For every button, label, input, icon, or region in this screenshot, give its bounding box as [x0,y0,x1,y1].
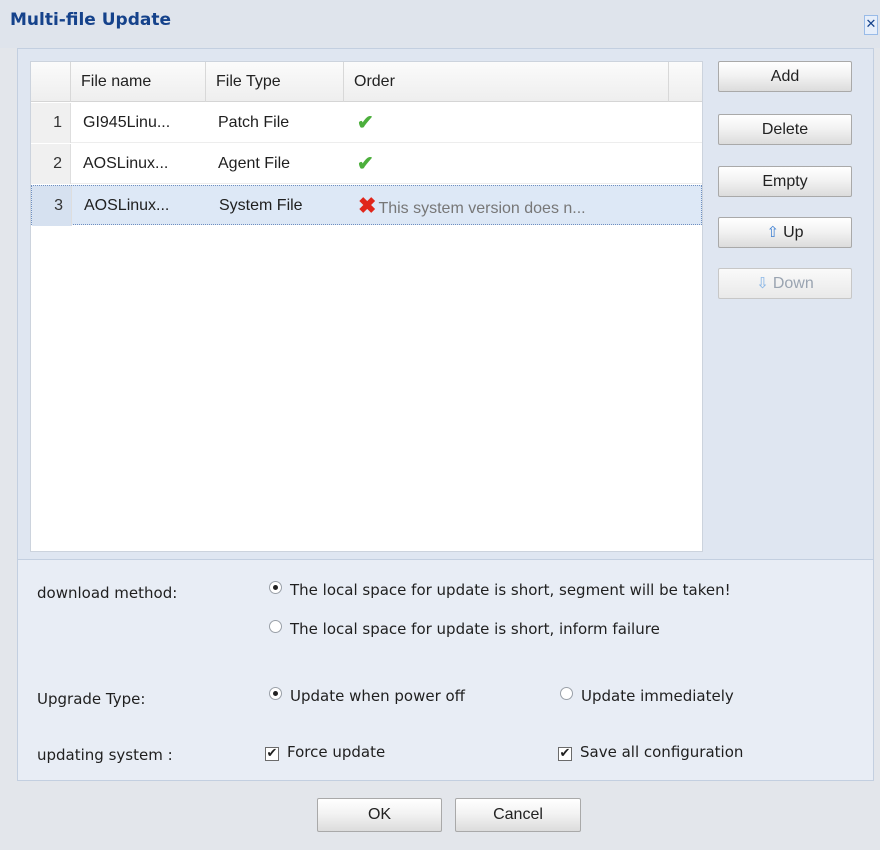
arrow-down-icon: ⇩ [756,275,769,292]
row-number: 1 [31,103,71,143]
column-header-order[interactable]: Order [344,62,669,102]
force-update-label: Force update [287,743,386,761]
down-button-label: Down [772,275,814,292]
title-bar: Multi-file Update ✕ [0,0,880,48]
delete-button[interactable]: Delete [718,114,852,145]
table-row[interactable]: 2 AOSLinux... Agent File ✔ [31,144,702,184]
force-update-checkbox[interactable]: ✔ Force update [265,743,385,761]
file-type-cell: Agent File [218,155,291,172]
download-option-segment-label: The local space for update is short, seg… [290,581,731,599]
save-config-checkbox[interactable]: ✔ Save all configuration [558,743,743,761]
upgrade-power-off-label: Update when power off [290,687,466,705]
up-button[interactable]: ⇧ Up [718,217,852,248]
update-options-panel: download method: The local space for upd… [17,560,874,781]
cancel-button[interactable]: Cancel [455,798,581,832]
radio-unselected[interactable] [560,687,573,700]
upgrade-immediately-label: Update immediately [581,687,734,705]
download-option-inform-failure[interactable]: The local space for update is short, inf… [269,620,660,638]
download-method-label: download method: [37,584,178,602]
error-x-icon: ✖ [358,193,377,218]
checkbox-checked-icon[interactable]: ✔ [558,747,572,761]
file-name-cell: GI945Linu... [83,114,171,131]
rownum-header [31,62,71,102]
radio-selected[interactable] [269,687,282,700]
table-row-selected[interactable]: 3 AOSLinux... System File ✖ This system v… [31,185,702,226]
file-name-cell: AOSLinux... [83,155,169,172]
add-button[interactable]: Add [718,61,852,92]
up-button-label: Up [783,224,804,241]
file-type-cell: System File [219,197,303,214]
download-option-segment[interactable]: The local space for update is short, seg… [269,581,731,599]
column-header-file-type[interactable]: File Type [206,62,344,102]
file-type-cell: Patch File [218,114,290,131]
updating-system-label: updating system : [37,746,173,764]
arrow-up-icon: ⇧ [766,224,780,241]
upgrade-type-label: Upgrade Type: [37,690,146,708]
column-header-file-name[interactable]: File name [71,62,206,102]
radio-unselected[interactable] [269,620,282,633]
upgrade-option-immediately[interactable]: Update immediately [560,687,734,705]
empty-button[interactable]: Empty [718,166,852,197]
order-cell: ✔ [357,103,677,143]
ok-button[interactable]: OK [317,798,442,832]
multi-file-update-dialog: Multi-file Update ✕ File name File Type … [0,0,880,850]
save-config-label: Save all configuration [580,743,744,761]
file-grid: File name File Type Order 1 GI945Linu...… [30,61,703,552]
order-error-text: This system version does n... [378,200,586,217]
radio-selected[interactable] [269,581,282,594]
checkbox-checked-icon[interactable]: ✔ [265,747,279,761]
table-row[interactable]: 1 GI945Linu... Patch File ✔ [31,103,702,143]
down-button[interactable]: ⇩ Down [718,268,852,299]
order-cell: ✖ This system version does n... [358,186,673,226]
dialog-title: Multi-file Update [10,10,172,30]
check-icon: ✔ [357,112,374,134]
order-cell: ✔ [357,144,677,184]
file-name-cell: AOSLinux... [84,197,170,214]
row-number: 3 [32,186,72,226]
upgrade-option-power-off[interactable]: Update when power off [269,687,465,705]
download-option-inform-label: The local space for update is short, inf… [290,620,660,638]
file-list-panel: File name File Type Order 1 GI945Linu...… [17,48,874,560]
row-number: 2 [31,144,71,184]
grid-header: File name File Type Order [31,62,702,102]
check-icon: ✔ [357,153,374,175]
close-icon[interactable]: ✕ [864,15,878,35]
